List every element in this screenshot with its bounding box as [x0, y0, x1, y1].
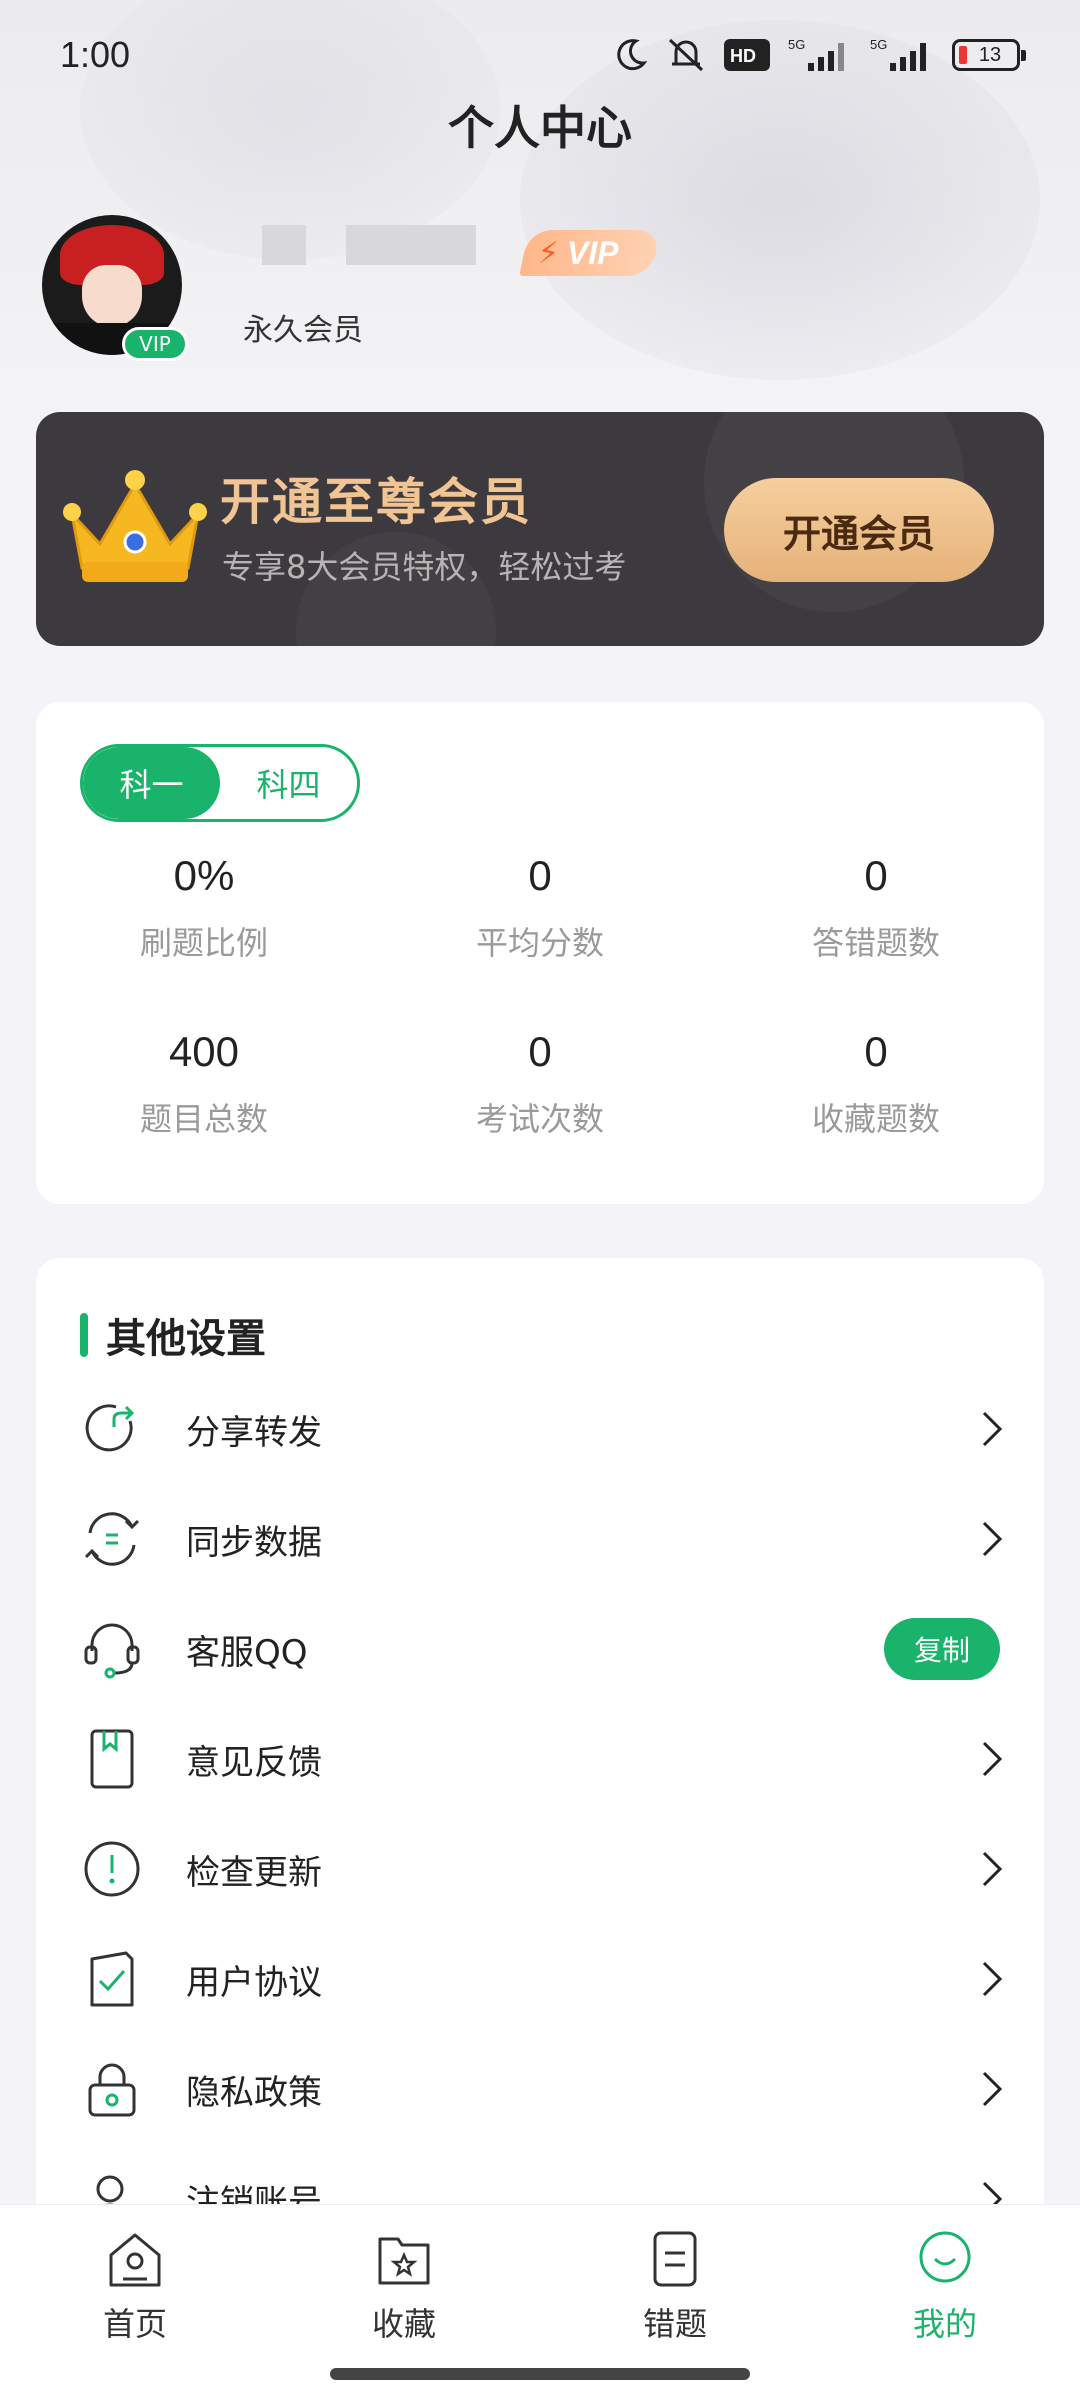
stat-value: 400 — [168, 1028, 240, 1075]
promo-title: 开通至尊会员 — [220, 473, 532, 531]
chevron-right-icon — [982, 1741, 1003, 1777]
stat-label: 答错题数 — [811, 924, 940, 962]
settings-row-user-agreement[interactable]: 用户协议 — [36, 1924, 1044, 2034]
promo-banner[interactable]: 开通至尊会员 专享8大会员特权，轻松过考 开通会员 — [36, 412, 1044, 646]
stat-value: 0 — [528, 1028, 552, 1075]
home-icon — [109, 2233, 161, 2287]
settings-row-label: 用户协议 — [186, 1962, 322, 2003]
chevron-right-icon — [982, 1411, 1003, 1447]
settings-row-label: 客服QQ — [186, 1632, 308, 1673]
stat-label: 考试次数 — [475, 1100, 604, 1138]
battery-icon: 13 — [952, 39, 1026, 71]
crown-icon — [63, 470, 207, 582]
vip-badge: ⚡ VIP — [519, 230, 661, 276]
chevron-right-icon — [982, 2071, 1003, 2107]
nav-wrong-questions[interactable]: 错题 — [575, 2227, 775, 2345]
stat-label: 题目总数 — [139, 1100, 268, 1138]
nav-home-label: 首页 — [102, 2305, 167, 2343]
settings-row-privacy-policy[interactable]: 隐私政策 — [36, 2034, 1044, 2144]
stat-wrong-count: 0 答错题数 — [708, 852, 1044, 964]
profile-smile-icon — [919, 2231, 971, 2283]
mute-bell-icon — [668, 38, 704, 72]
vip-badge-label: VIP — [567, 234, 619, 271]
chevron-right-icon — [982, 1961, 1003, 1997]
subject-segmented-control: 科一 科四 — [80, 744, 360, 822]
copy-qq-button[interactable]: 复制 — [884, 1618, 1000, 1680]
svg-text:5G: 5G — [870, 37, 887, 52]
headset-icon — [84, 1623, 140, 1679]
settings-row-feedback[interactable]: 意见反馈 — [36, 1704, 1044, 1814]
settings-row-customer-service-qq: 客服QQ 复制 — [36, 1594, 1044, 1704]
stat-exam-count: 0 考试次数 — [372, 1028, 708, 1140]
username-masked — [262, 225, 476, 265]
settings-row-label: 检查更新 — [186, 1852, 322, 1893]
feedback-icon — [90, 1729, 134, 1789]
stat-practice-ratio: 0% 刷题比例 — [36, 852, 372, 964]
home-indicator[interactable] — [330, 2368, 750, 2380]
stat-label: 平均分数 — [475, 924, 604, 962]
stat-value: 0 — [864, 852, 888, 899]
stat-value: 0 — [528, 852, 552, 899]
settings-row-label: 同步数据 — [186, 1522, 322, 1563]
chevron-right-icon — [982, 1851, 1003, 1887]
svg-text:5G: 5G — [788, 37, 805, 52]
stat-value: 0 — [864, 1028, 888, 1075]
stat-total-questions: 400 题目总数 — [36, 1028, 372, 1140]
sync-icon — [84, 1512, 140, 1566]
stat-value: 0% — [173, 852, 235, 899]
tab-subject-1[interactable]: 科一 — [83, 747, 220, 819]
nav-favorites[interactable]: 收藏 — [304, 2227, 504, 2345]
lock-icon — [88, 2063, 136, 2117]
tab-subject-4[interactable]: 科四 — [220, 747, 357, 819]
stats-card: 科一 科四 0% 刷题比例 0 平均分数 0 答错题数 400 题目总数 0 考… — [36, 702, 1044, 1204]
nav-favorites-label: 收藏 — [371, 2305, 436, 2343]
section-accent-bar — [80, 1313, 88, 1357]
chevron-right-icon — [982, 1521, 1003, 1557]
hd-icon: HD — [724, 39, 770, 71]
moon-icon — [617, 39, 648, 71]
favorites-folder-icon — [378, 2237, 430, 2285]
stat-label: 收藏题数 — [811, 1100, 940, 1138]
battery-level: 13 — [978, 43, 1002, 66]
nav-profile-label: 我的 — [912, 2305, 977, 2343]
wrong-questions-icon — [653, 2231, 697, 2287]
agreement-icon — [90, 1951, 134, 2007]
settings-row-label: 分享转发 — [186, 1412, 322, 1453]
stat-favorite-count: 0 收藏题数 — [708, 1028, 1044, 1140]
signal-5g-icon-2: 5G — [870, 37, 926, 71]
page-title: 个人中心 — [448, 101, 632, 155]
settings-header: 其他设置 — [80, 1306, 266, 1364]
open-membership-button[interactable]: 开通会员 — [724, 478, 994, 582]
update-icon — [84, 1841, 140, 1897]
lightning-icon: ⚡ — [538, 235, 560, 271]
signal-5g-icon: 5G — [788, 37, 844, 71]
nav-home[interactable]: 首页 — [35, 2227, 235, 2345]
settings-row-check-update[interactable]: 检查更新 — [36, 1814, 1044, 1924]
nav-wrong-questions-label: 错题 — [642, 2305, 707, 2343]
status-time: 1:00 — [60, 34, 131, 75]
svg-text:HD: HD — [730, 46, 756, 66]
stat-average-score: 0 平均分数 — [372, 852, 708, 964]
settings-row-label: 隐私政策 — [186, 2072, 322, 2113]
promo-subtitle: 专享8大会员特权，轻松过考 — [222, 548, 627, 586]
stat-label: 刷题比例 — [139, 924, 268, 962]
share-icon — [85, 1404, 135, 1452]
avatar-vip-badge: VIP — [122, 327, 188, 361]
settings-title: 其他设置 — [106, 1316, 266, 1362]
settings-row-sync[interactable]: 同步数据 — [36, 1484, 1044, 1594]
member-type: 永久会员 — [243, 313, 363, 348]
nav-profile[interactable]: 我的 — [845, 2227, 1045, 2345]
settings-row-share[interactable]: 分享转发 — [36, 1374, 1044, 1484]
settings-row-label: 意见反馈 — [186, 1742, 322, 1783]
